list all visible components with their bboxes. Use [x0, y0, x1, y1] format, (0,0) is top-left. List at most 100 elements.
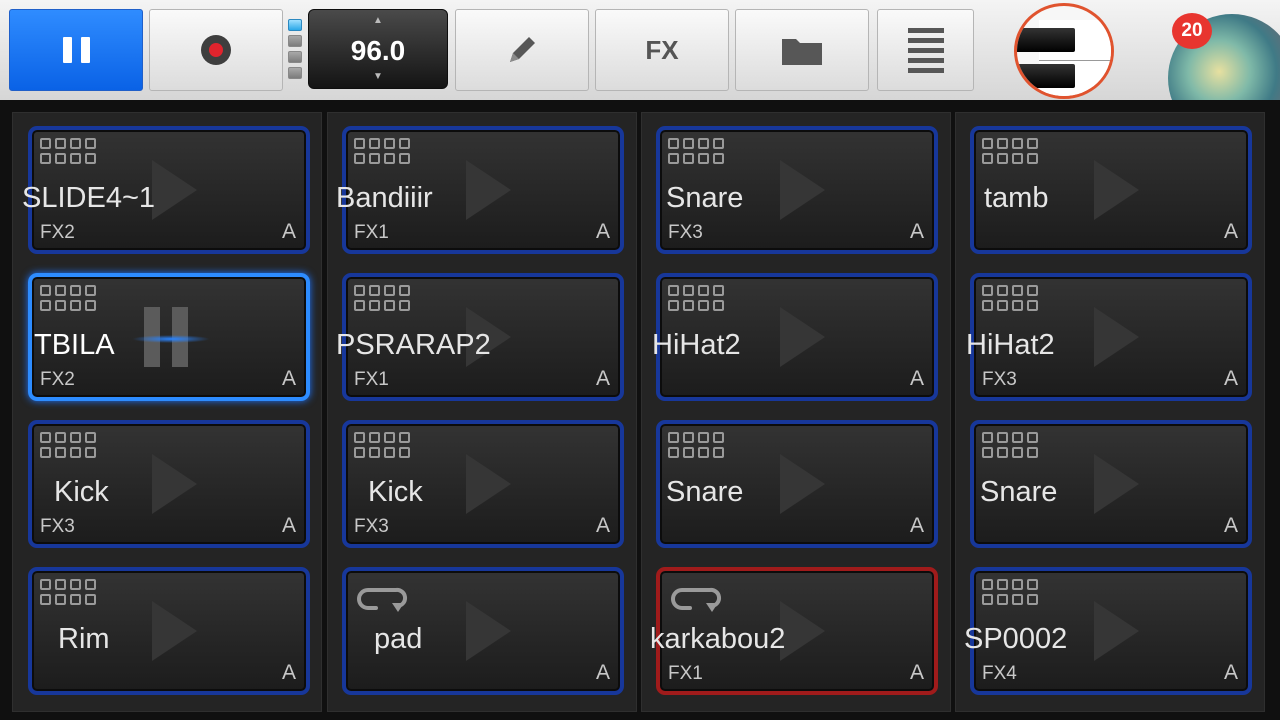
pad-mode-label: A [1223, 220, 1238, 243]
pad-name: HiHat2 [966, 329, 1055, 361]
pad-mode-label: A [909, 220, 924, 243]
fx-button[interactable]: FX [595, 9, 729, 91]
tempo-control[interactable]: ▲ 96.0 ▼ [308, 9, 448, 89]
piano-key-icon [1017, 64, 1075, 88]
pad-fx-label: FX3 [668, 222, 703, 243]
notification-badge: 20 [1172, 13, 1212, 49]
folder-button[interactable] [735, 9, 869, 91]
pad-name: karkabou2 [650, 623, 786, 655]
pattern-grid-icon [40, 138, 98, 168]
record-button[interactable] [149, 9, 283, 91]
drum-pad[interactable]: HiHat2 FX3 A [966, 273, 1252, 401]
record-icon [201, 35, 231, 65]
list-icon [907, 27, 944, 73]
pad-mode-label: A [595, 661, 610, 684]
pad-fx-label: FX4 [982, 663, 1017, 684]
drum-pad[interactable]: Kick FX3 A [342, 420, 624, 548]
drum-pad[interactable]: Bandiiir FX1 A [336, 126, 624, 254]
pattern-grid-icon [40, 579, 98, 609]
drum-pad[interactable]: tamb A [970, 126, 1252, 254]
top-toolbar: ▲ 96.0 ▼ FX 20 [0, 0, 1280, 142]
pad-mode-label: A [281, 661, 296, 684]
pad-mode-label: A [595, 514, 610, 537]
edit-button[interactable] [455, 9, 589, 91]
pattern-grid-icon [40, 285, 98, 315]
pad-name: pad [374, 623, 423, 655]
pattern-grid-icon [354, 138, 412, 168]
pad-fx-label: FX3 [354, 516, 389, 537]
tempo-down-icon[interactable]: ▼ [309, 71, 447, 82]
pad-name: Kick [54, 476, 109, 508]
play-icon [466, 160, 511, 220]
beat-led [288, 35, 302, 47]
pad-name: TBILA [34, 329, 115, 361]
pad-mode-label: A [281, 367, 296, 390]
play-icon [152, 601, 197, 661]
drum-pad[interactable]: Snare FX3 A [656, 126, 938, 254]
pattern-grid-icon [982, 285, 1040, 315]
pad-mode-label: A [909, 661, 924, 684]
drum-pad[interactable]: PSRARAP2 FX1 A [336, 273, 624, 401]
pad-mode-label: A [909, 514, 924, 537]
drum-pad[interactable]: pad A [342, 567, 624, 695]
pattern-grid-icon [40, 432, 98, 462]
pad-name: SP0002 [964, 623, 1068, 655]
play-icon [780, 454, 825, 514]
drum-pad[interactable]: Kick FX3 A [28, 420, 310, 548]
loop-icon [671, 587, 722, 612]
drum-pad[interactable]: SLIDE4~1 FX2 A [22, 126, 310, 254]
tempo-value: 96.0 [350, 35, 406, 66]
pad-name: PSRARAP2 [336, 329, 491, 361]
play-icon [780, 601, 825, 661]
beat-led [288, 51, 302, 63]
beat-led [288, 19, 302, 31]
play-icon [1094, 601, 1139, 661]
pause-button[interactable] [9, 9, 143, 91]
drum-pad[interactable]: Snare A [656, 420, 938, 548]
pattern-grid-icon [668, 432, 726, 462]
pause-icon [62, 37, 90, 63]
pad-mode-label: A [909, 367, 924, 390]
play-icon [780, 307, 825, 367]
pad-fx-label: FX2 [40, 369, 75, 390]
pattern-grid-icon [668, 138, 726, 168]
pad-mode-label: A [1223, 367, 1238, 390]
drum-pad[interactable]: Snare A [970, 420, 1252, 548]
tempo-up-icon[interactable]: ▲ [309, 15, 447, 26]
play-icon [1094, 454, 1139, 514]
menu-button[interactable] [877, 9, 974, 91]
pad-mode-label: A [1223, 661, 1238, 684]
pad-name: Snare [666, 182, 744, 214]
drum-pad[interactable]: TBILA FX2 A [28, 273, 310, 401]
pad-mode-label: A [595, 220, 610, 243]
play-icon [152, 454, 197, 514]
piano-keyboard-button[interactable] [1014, 3, 1114, 99]
pad-name: HiHat2 [652, 329, 741, 361]
loop-icon [357, 587, 408, 612]
pad-mode-label: A [595, 367, 610, 390]
pattern-grid-icon [982, 138, 1040, 168]
beat-indicator [288, 19, 302, 83]
pad-name: Snare [666, 476, 744, 508]
pad-fx-label: FX2 [40, 222, 75, 243]
pattern-grid-icon [982, 579, 1040, 609]
pad-name: tamb [984, 182, 1049, 214]
play-icon [780, 160, 825, 220]
pad-fx-label: FX3 [982, 369, 1017, 390]
pad-mode-label: A [281, 514, 296, 537]
pad-mode-label: A [281, 220, 296, 243]
folder-icon [782, 39, 822, 65]
pattern-grid-icon [354, 285, 412, 315]
play-icon [466, 601, 511, 661]
pad-fx-label: FX1 [354, 369, 389, 390]
fx-label: FX [645, 34, 679, 65]
drum-pad[interactable]: Rim A [28, 567, 310, 695]
play-icon [152, 160, 197, 220]
drum-pad[interactable]: SP0002 FX4 A [964, 567, 1252, 695]
pad-fx-label: FX3 [40, 516, 75, 537]
drum-pad[interactable]: HiHat2 A [652, 273, 938, 401]
drum-pad[interactable]: karkabou2 FX1 A [650, 567, 938, 695]
beat-led [288, 67, 302, 79]
pattern-grid-icon [982, 432, 1040, 462]
pad-name: Snare [980, 476, 1058, 508]
